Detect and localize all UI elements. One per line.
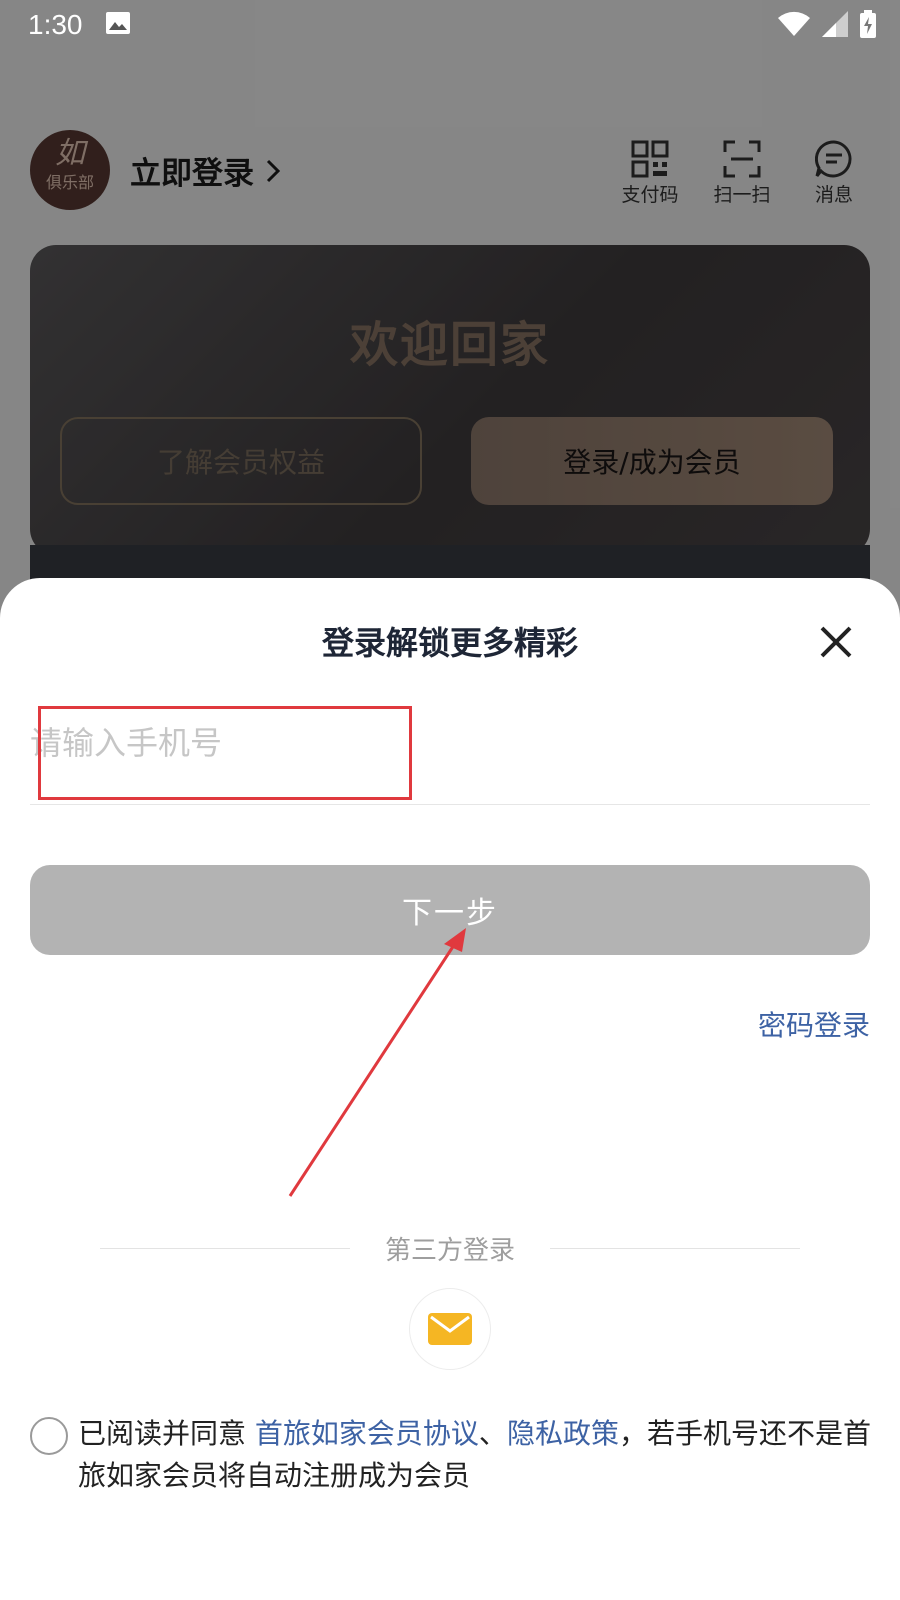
- password-login-link[interactable]: 密码登录: [758, 1004, 870, 1044]
- annotation-highlight-box: [38, 706, 412, 800]
- image-notification-icon: [106, 12, 130, 34]
- agreement-text: 已阅读并同意 首旅如家会员协议、隐私政策，若手机号还不是首旅如家会员将自动注册成…: [78, 1413, 875, 1497]
- agreement-separator: 、: [478, 1417, 507, 1450]
- input-underline: [30, 804, 870, 805]
- member-agreement-link[interactable]: 首旅如家会员协议: [255, 1417, 479, 1450]
- status-bar: 1:30: [0, 0, 900, 52]
- third-party-login-divider: 第三方登录: [0, 1228, 900, 1268]
- login-bottom-sheet: 登录解锁更多精彩 下一步 密码登录 第三方登录 已阅读并同意 首旅如家会员协议、…: [0, 578, 900, 1600]
- mail-icon: [428, 1313, 472, 1345]
- email-login-button[interactable]: [409, 1288, 491, 1370]
- divider-line-right: [550, 1248, 800, 1249]
- battery-icon: [860, 10, 876, 38]
- agreement-checkbox[interactable]: [30, 1417, 68, 1455]
- annotation-arrow: [288, 928, 466, 1197]
- sheet-title: 登录解锁更多精彩: [321, 624, 578, 662]
- status-time: 1:30: [28, 9, 83, 40]
- close-icon[interactable]: [814, 620, 858, 664]
- status-right-icons: [778, 10, 876, 38]
- agreement-prefix: 已阅读并同意: [78, 1417, 255, 1450]
- signal-icon: [822, 11, 848, 37]
- wifi-icon: [778, 11, 810, 36]
- privacy-policy-link[interactable]: 隐私政策: [507, 1417, 619, 1450]
